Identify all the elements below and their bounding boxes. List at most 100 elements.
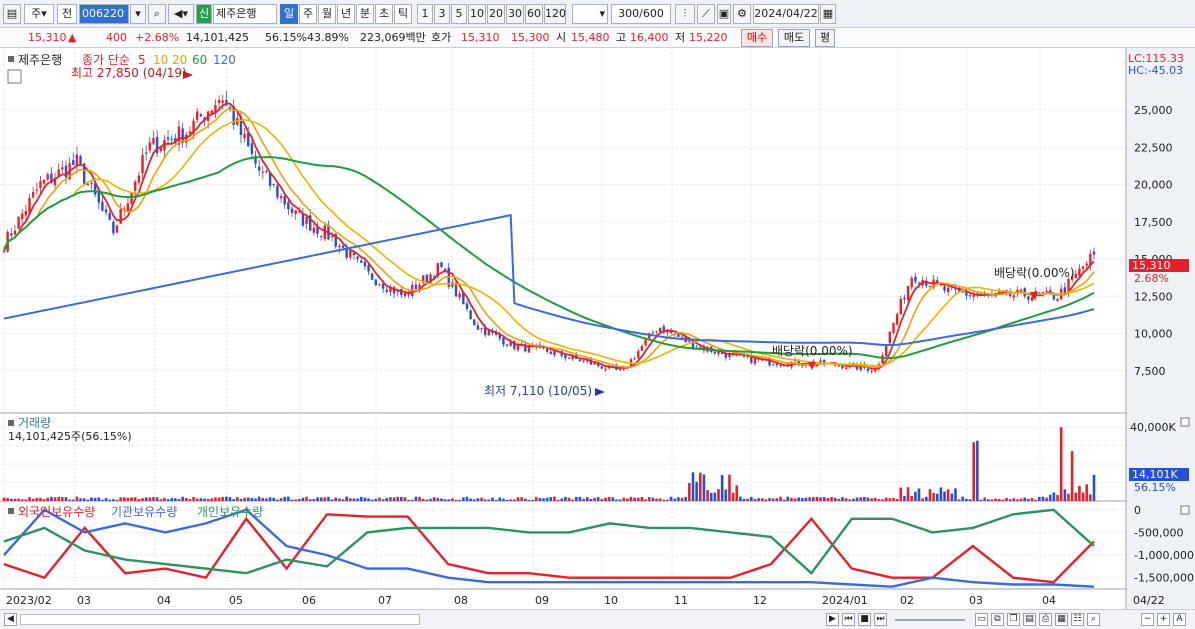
- menu-icon[interactable]: ▤: [3, 4, 21, 24]
- interval-dropdown[interactable]: ▾: [572, 4, 608, 24]
- save-icon[interactable]: ▣: [717, 4, 731, 24]
- holding-legend: 외국인보유수량 기관보유수량 개인보유수량: [8, 505, 263, 519]
- draw-tool-icon[interactable]: ⟋: [697, 4, 715, 24]
- interval-tab-120[interactable]: 120: [544, 4, 566, 24]
- settings-gear-icon[interactable]: ⚙: [733, 4, 751, 24]
- text-size-icon[interactable]: A: [1173, 613, 1186, 626]
- stock-chart[interactable]: 7,50010,00012,50015,00017,50020,00022,50…: [0, 48, 1195, 609]
- volume-bar: [345, 496, 348, 501]
- speaker-icon[interactable]: ◀▾: [168, 4, 194, 24]
- volume-panel-close-icon[interactable]: [1180, 417, 1190, 427]
- volume-bar: [870, 498, 873, 501]
- candle-body: [1012, 295, 1015, 298]
- calendar-icon[interactable]: ▦: [820, 4, 836, 24]
- candle-body: [104, 209, 108, 213]
- scroll-thumb[interactable]: [20, 614, 420, 625]
- period-tab-3[interactable]: 년: [337, 4, 355, 24]
- volume-bar: [184, 497, 188, 501]
- period-tab-5[interactable]: 초: [375, 4, 393, 24]
- grid-icon[interactable]: ▦: [1055, 613, 1068, 626]
- interval-tab-10[interactable]: 10: [468, 4, 486, 24]
- volume-bar: [626, 498, 629, 501]
- code-dropdown-icon[interactable]: ▾: [130, 4, 146, 24]
- scroll-left-icon[interactable]: ◀: [4, 613, 17, 626]
- date-field[interactable]: 2024/04/22: [753, 4, 819, 24]
- candle-body: [837, 365, 841, 367]
- volume-bar: [808, 497, 811, 501]
- volume-bar: [93, 497, 97, 501]
- candle-body: [1081, 266, 1085, 269]
- stock-code-input[interactable]: 006220: [79, 4, 129, 24]
- scroll-right-icon[interactable]: ▶: [826, 613, 839, 626]
- volume-bar: [658, 498, 662, 501]
- candle-body: [564, 354, 567, 359]
- last-icon[interactable]: ⏭: [874, 613, 887, 626]
- volume-bar: [370, 499, 374, 501]
- stop-icon[interactable]: ■: [858, 613, 871, 626]
- candle-body: [633, 358, 636, 360]
- scope-select[interactable]: 전: [57, 4, 77, 24]
- volume-bar: [400, 496, 403, 501]
- volume-bar: [556, 499, 560, 501]
- zoom-slider[interactable]: [895, 619, 965, 621]
- chart-type-icon[interactable]: ⫶: [675, 4, 695, 24]
- volume-bar: [192, 496, 195, 501]
- chart-scrollbar[interactable]: ◀ ▶ ⏮ ■ ⏭ ▭ ⧉ ❐ ▤ ⎙ ▦ ☷ ⌕ − + A: [0, 609, 1195, 629]
- period-tab-0[interactable]: 일: [280, 4, 298, 24]
- period-tab-1[interactable]: 주: [299, 4, 317, 24]
- zoom-fit-icon[interactable]: ⧉: [991, 613, 1004, 626]
- search-zoom-icon[interactable]: ⌕: [1087, 613, 1100, 626]
- zoom-window-icon[interactable]: ▭: [975, 613, 988, 626]
- volume-bar: [1070, 451, 1074, 501]
- buy-button[interactable]: 매수: [741, 29, 773, 47]
- minimize-icon[interactable]: −: [1141, 613, 1154, 626]
- volume-bar: [538, 498, 542, 501]
- type-select[interactable]: 주▾: [24, 4, 54, 24]
- search-icon[interactable]: ⌕: [148, 4, 166, 24]
- volume-bar: [465, 496, 469, 501]
- candle-body: [152, 138, 155, 144]
- candle-body: [753, 357, 757, 364]
- volume-bar: [1052, 492, 1056, 501]
- candle-body: [1085, 263, 1088, 266]
- volume-bar: [86, 499, 90, 501]
- holding-tick-label: -500,000: [1134, 526, 1183, 539]
- candle-body: [1027, 296, 1030, 300]
- volume-bar: [232, 499, 235, 501]
- interval-tab-5[interactable]: 5: [451, 4, 467, 24]
- interval-tab-3[interactable]: 3: [434, 4, 450, 24]
- interval-tab-60[interactable]: 60: [525, 4, 543, 24]
- panel-toggle-icon[interactable]: [7, 69, 22, 84]
- candle-body: [134, 181, 137, 191]
- volume-bar: [498, 497, 502, 501]
- interval-tab-20[interactable]: 20: [487, 4, 505, 24]
- high-annotation: 최고 27,850 (04/19): [71, 66, 187, 80]
- volume-bar: [50, 496, 53, 501]
- image-icon[interactable]: ▤: [1023, 613, 1036, 626]
- period-tab-6[interactable]: 틱: [394, 4, 412, 24]
- price-tick-label: 7,500: [1134, 365, 1166, 378]
- volume-bar: [542, 498, 545, 501]
- sell-button[interactable]: 매도: [778, 29, 810, 47]
- volume-bar: [1030, 497, 1034, 501]
- period-tab-2[interactable]: 월: [318, 4, 336, 24]
- eval-button[interactable]: 평: [815, 29, 835, 47]
- first-icon[interactable]: ⏮: [842, 613, 855, 626]
- period-tab-4[interactable]: 분: [356, 4, 374, 24]
- volume-bar: [1001, 499, 1005, 501]
- count-field[interactable]: 300/600: [611, 4, 671, 24]
- stock-name-field[interactable]: 제주은행: [213, 4, 277, 24]
- table-icon[interactable]: ☷: [1071, 613, 1084, 626]
- volume-bar: [1092, 474, 1096, 501]
- interval-tab-30[interactable]: 30: [506, 4, 524, 24]
- candle-body: [17, 216, 20, 229]
- print-icon[interactable]: ⎙: [1039, 613, 1052, 626]
- holding-panel-close-icon[interactable]: [1180, 505, 1190, 515]
- volume-bar: [593, 497, 596, 501]
- zoom-in-icon[interactable]: +: [1157, 613, 1170, 626]
- copy-icon[interactable]: ❐: [1007, 613, 1020, 626]
- interval-tab-1[interactable]: 1: [417, 4, 433, 24]
- volume-bar: [717, 489, 720, 501]
- volume-bar: [640, 496, 644, 501]
- candle-body: [928, 285, 932, 287]
